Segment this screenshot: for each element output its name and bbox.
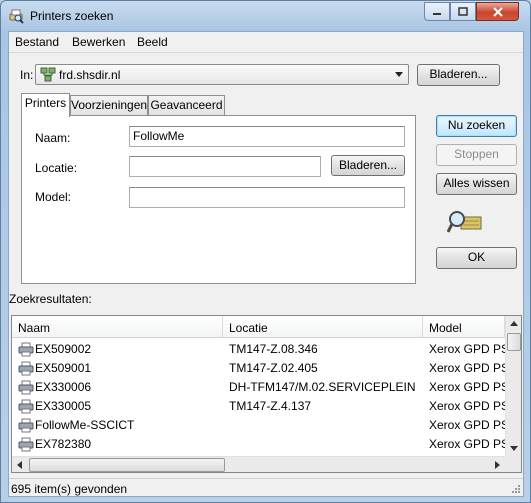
title-bar: Printers zoeken <box>1 1 530 31</box>
model-input[interactable] <box>129 187 405 208</box>
printer-search-icon <box>9 9 24 24</box>
close-button[interactable] <box>476 2 519 21</box>
column-header-location[interactable]: Locatie <box>223 316 423 338</box>
maximize-button[interactable] <box>450 2 476 21</box>
tab-geavanceerd[interactable]: Geavanceerd <box>148 95 225 115</box>
status-text: 695 item(s) gevonden <box>11 482 128 496</box>
menu-bewerken[interactable]: Bewerken <box>72 35 125 49</box>
scroll-up-icon[interactable] <box>510 321 518 326</box>
cell-model: Xerox GPD PS V3 <box>429 399 505 413</box>
status-bar: 695 item(s) gevonden <box>9 478 523 497</box>
horizontal-scroll-thumb[interactable] <box>29 458 225 472</box>
minimize-icon <box>433 12 441 15</box>
cell-name: EX509001 <box>35 361 92 375</box>
printer-icon <box>18 361 34 376</box>
scroll-right-icon[interactable] <box>495 461 500 469</box>
tab-printers[interactable]: Printers <box>21 93 70 117</box>
in-label: In: <box>20 68 34 82</box>
domain-icon <box>40 67 56 82</box>
search-now-button[interactable]: Nu zoeken <box>436 115 517 137</box>
tab-voorzieningen[interactable]: Voorzieningen <box>70 95 148 115</box>
results-label: Zoekresultaten: <box>9 292 92 306</box>
printers-tab-panel: Naam: FollowMe Locatie: Bladeren... Mode… <box>21 115 416 284</box>
chevron-down-icon <box>395 72 403 77</box>
browse-domain-button[interactable]: Bladeren... <box>417 64 500 86</box>
vertical-scrollbar[interactable] <box>505 316 521 457</box>
horizontal-scrollbar[interactable] <box>12 456 505 472</box>
cell-name: EX330005 <box>35 399 92 413</box>
cell-name: EX330006 <box>35 380 92 394</box>
minimize-button[interactable] <box>424 2 450 21</box>
cell-name: EX782380 <box>35 437 92 451</box>
clear-all-button[interactable]: Alles wissen <box>436 173 517 195</box>
vertical-scroll-thumb[interactable] <box>507 333 521 351</box>
menu-bar: Bestand Bewerken Beeld <box>9 32 523 53</box>
menu-bestand[interactable]: Bestand <box>15 35 59 49</box>
scroll-corner <box>505 456 521 472</box>
printer-icon <box>18 437 34 452</box>
scroll-down-icon[interactable] <box>510 446 518 451</box>
printers-search-window: Printers zoeken Bestand Bewerken Beeld I… <box>0 0 531 503</box>
table-row[interactable]: FollowMe-SSCICT Xerox GPD PS V3 <box>12 416 505 435</box>
name-input[interactable]: FollowMe <box>129 126 405 147</box>
cell-model: Xerox GPD PS V3 <box>429 380 505 394</box>
table-row[interactable]: EX782380 Xerox GPD PS V3 <box>12 435 505 454</box>
magnifier-icon <box>447 211 482 233</box>
printer-icon <box>18 418 34 433</box>
cell-location: TM147-Z.4.137 <box>229 399 312 413</box>
stop-button[interactable]: Stoppen <box>436 144 517 166</box>
table-row[interactable]: EX509002 TM147-Z.08.346 Xerox GPD PS V3 <box>12 340 505 359</box>
printer-icon <box>18 342 34 357</box>
results-list: Naam Locatie Model EX509002 TM147-Z.08.3… <box>11 315 522 473</box>
scroll-left-icon[interactable] <box>17 461 22 469</box>
location-combobox-value: frd.shsdir.nl <box>59 68 121 82</box>
table-row[interactable]: EX330005 TM147-Z.4.137 Xerox GPD PS V3 <box>12 397 505 416</box>
table-row[interactable]: EX509001 TM147-Z.02.405 Xerox GPD PS V3 <box>12 359 505 378</box>
close-icon <box>492 6 503 17</box>
cell-name: EX509002 <box>35 342 92 356</box>
menu-beeld[interactable]: Beeld <box>137 35 168 49</box>
printer-icon <box>18 380 34 395</box>
cell-model: Xerox GPD PS V3 <box>429 361 505 375</box>
browse-location-button[interactable]: Bladeren... <box>331 155 405 176</box>
cell-location: TM147-Z.02.405 <box>229 361 318 375</box>
dialog-body: Bestand Bewerken Beeld In: frd.shsdir.nl… <box>8 31 524 497</box>
column-header-name[interactable]: Naam <box>12 316 223 338</box>
maximize-icon <box>458 7 468 16</box>
window-title: Printers zoeken <box>30 9 114 23</box>
cell-model: Xerox GPD PS V3 <box>429 342 505 356</box>
ok-button[interactable]: OK <box>436 247 517 269</box>
cell-location: TM147-Z.08.346 <box>229 342 318 356</box>
resize-grip-icon[interactable] <box>510 483 521 494</box>
cell-name: FollowMe-SSCICT <box>35 418 135 432</box>
location-input[interactable] <box>129 156 321 177</box>
model-label: Model: <box>35 190 72 204</box>
name-label: Naam: <box>35 131 71 145</box>
cell-model: Xerox GPD PS V3 <box>429 437 505 451</box>
column-header-model[interactable]: Model <box>423 316 505 338</box>
printer-icon <box>18 399 34 414</box>
location-combobox[interactable]: frd.shsdir.nl <box>35 64 409 85</box>
cell-location: DH-TFM147/M.02.SERVICEPLEIN <box>229 380 416 394</box>
location-label: Locatie: <box>35 161 78 175</box>
cell-model: Xerox GPD PS V3 <box>429 418 505 432</box>
table-row[interactable]: EX330006 DH-TFM147/M.02.SERVICEPLEIN Xer… <box>12 378 505 397</box>
